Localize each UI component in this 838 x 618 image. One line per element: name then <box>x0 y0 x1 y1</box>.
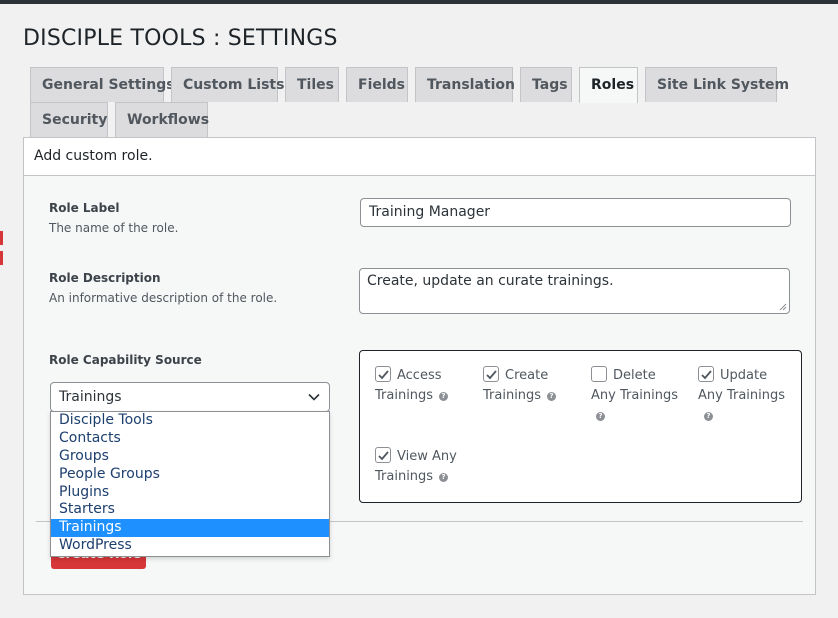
capability-create-trainings: Create Trainings? <box>483 366 557 406</box>
tab-fields[interactable]: Fields <box>346 67 408 102</box>
checkmark-icon <box>378 451 389 461</box>
capability-label: Update <box>720 368 768 383</box>
access-trainings-checkbox[interactable] <box>375 366 391 382</box>
tab-roles[interactable]: Roles <box>579 67 638 103</box>
checkmark-icon <box>486 370 497 380</box>
role-description-description: An informative description of the role. <box>49 291 278 305</box>
role-label-heading: Role Label <box>49 201 120 215</box>
help-icon[interactable]: ? <box>596 412 605 421</box>
role-label-description: The name of the role. <box>49 221 179 235</box>
admin-menu-marker <box>0 231 3 245</box>
help-icon[interactable]: ? <box>439 473 449 482</box>
chevron-down-icon <box>308 393 320 401</box>
resize-handle-icon[interactable] <box>779 303 787 311</box>
dropdown-option[interactable]: People Groups <box>51 466 329 484</box>
capability-label: Create <box>505 368 549 383</box>
dropdown-option-selected[interactable]: Trainings <box>51 519 329 538</box>
view-any-trainings-checkbox[interactable] <box>375 447 391 463</box>
capability-label: Trainings <box>375 388 434 403</box>
tab-translation[interactable]: Translation <box>415 67 515 102</box>
admin-top-bar <box>0 0 838 4</box>
capability-label: Trainings <box>483 388 542 403</box>
dropdown-option[interactable]: Contacts <box>51 430 329 448</box>
tab-workflows[interactable]: Workflows <box>115 102 209 137</box>
tab-security[interactable]: Security <box>30 102 108 137</box>
create-trainings-checkbox[interactable] <box>483 366 499 382</box>
dropdown-option[interactable]: Disciple Tools <box>51 412 329 430</box>
panel-header: Add custom role. <box>24 138 815 176</box>
capability-delete-any-trainings: Delete Any Trainings ? <box>591 366 678 426</box>
capability-update-any-trainings: Update Any Trainings ? <box>698 366 785 426</box>
capability-source-selected: Trainings <box>59 389 122 405</box>
role-label-input[interactable]: Training Manager <box>360 198 791 227</box>
capability-label: Any Trainings <box>698 388 786 403</box>
capability-label: View Any <box>397 449 457 464</box>
page-title: DISCIPLE TOOLS : SETTINGS <box>23 26 338 51</box>
admin-menu-marker <box>0 251 3 265</box>
delete-any-trainings-checkbox[interactable] <box>591 366 607 382</box>
capability-access-trainings: Access Trainings? <box>375 366 449 406</box>
dropdown-option[interactable]: Plugins <box>51 484 329 502</box>
capability-label: Access <box>397 368 442 383</box>
tab-site-link-system[interactable]: Site Link System <box>645 67 789 102</box>
capability-view-any-trainings: View Any Trainings? <box>375 447 457 487</box>
capability-label: Trainings <box>375 469 434 484</box>
tab-general-settings[interactable]: General Settings <box>30 67 175 102</box>
capability-source-dropdown: Disciple Tools Contacts Groups People Gr… <box>50 411 330 557</box>
capability-label: Delete <box>613 368 656 383</box>
help-icon[interactable]: ? <box>547 392 557 401</box>
capability-source-heading: Role Capability Source <box>49 353 202 367</box>
tab-tags[interactable]: Tags <box>520 67 572 102</box>
update-any-trainings-checkbox[interactable] <box>698 366 714 382</box>
tab-custom-lists[interactable]: Custom Lists <box>171 67 284 102</box>
dropdown-option[interactable]: Starters <box>51 501 329 519</box>
role-description-heading: Role Description <box>49 271 161 285</box>
role-description-textarea[interactable]: Create, update an curate trainings. <box>359 268 790 314</box>
dropdown-option[interactable]: Groups <box>51 448 329 466</box>
capability-label: Any Trainings <box>591 388 679 403</box>
dropdown-option[interactable]: WordPress <box>51 537 329 555</box>
role-description-value: Create, update an curate trainings. <box>367 273 614 289</box>
checkmark-icon <box>701 370 712 380</box>
help-icon[interactable]: ? <box>439 392 449 401</box>
capability-source-select[interactable]: Trainings <box>50 382 330 412</box>
checkmark-icon <box>378 370 389 380</box>
tab-tiles[interactable]: Tiles <box>285 67 339 102</box>
help-icon[interactable]: ? <box>704 412 713 421</box>
